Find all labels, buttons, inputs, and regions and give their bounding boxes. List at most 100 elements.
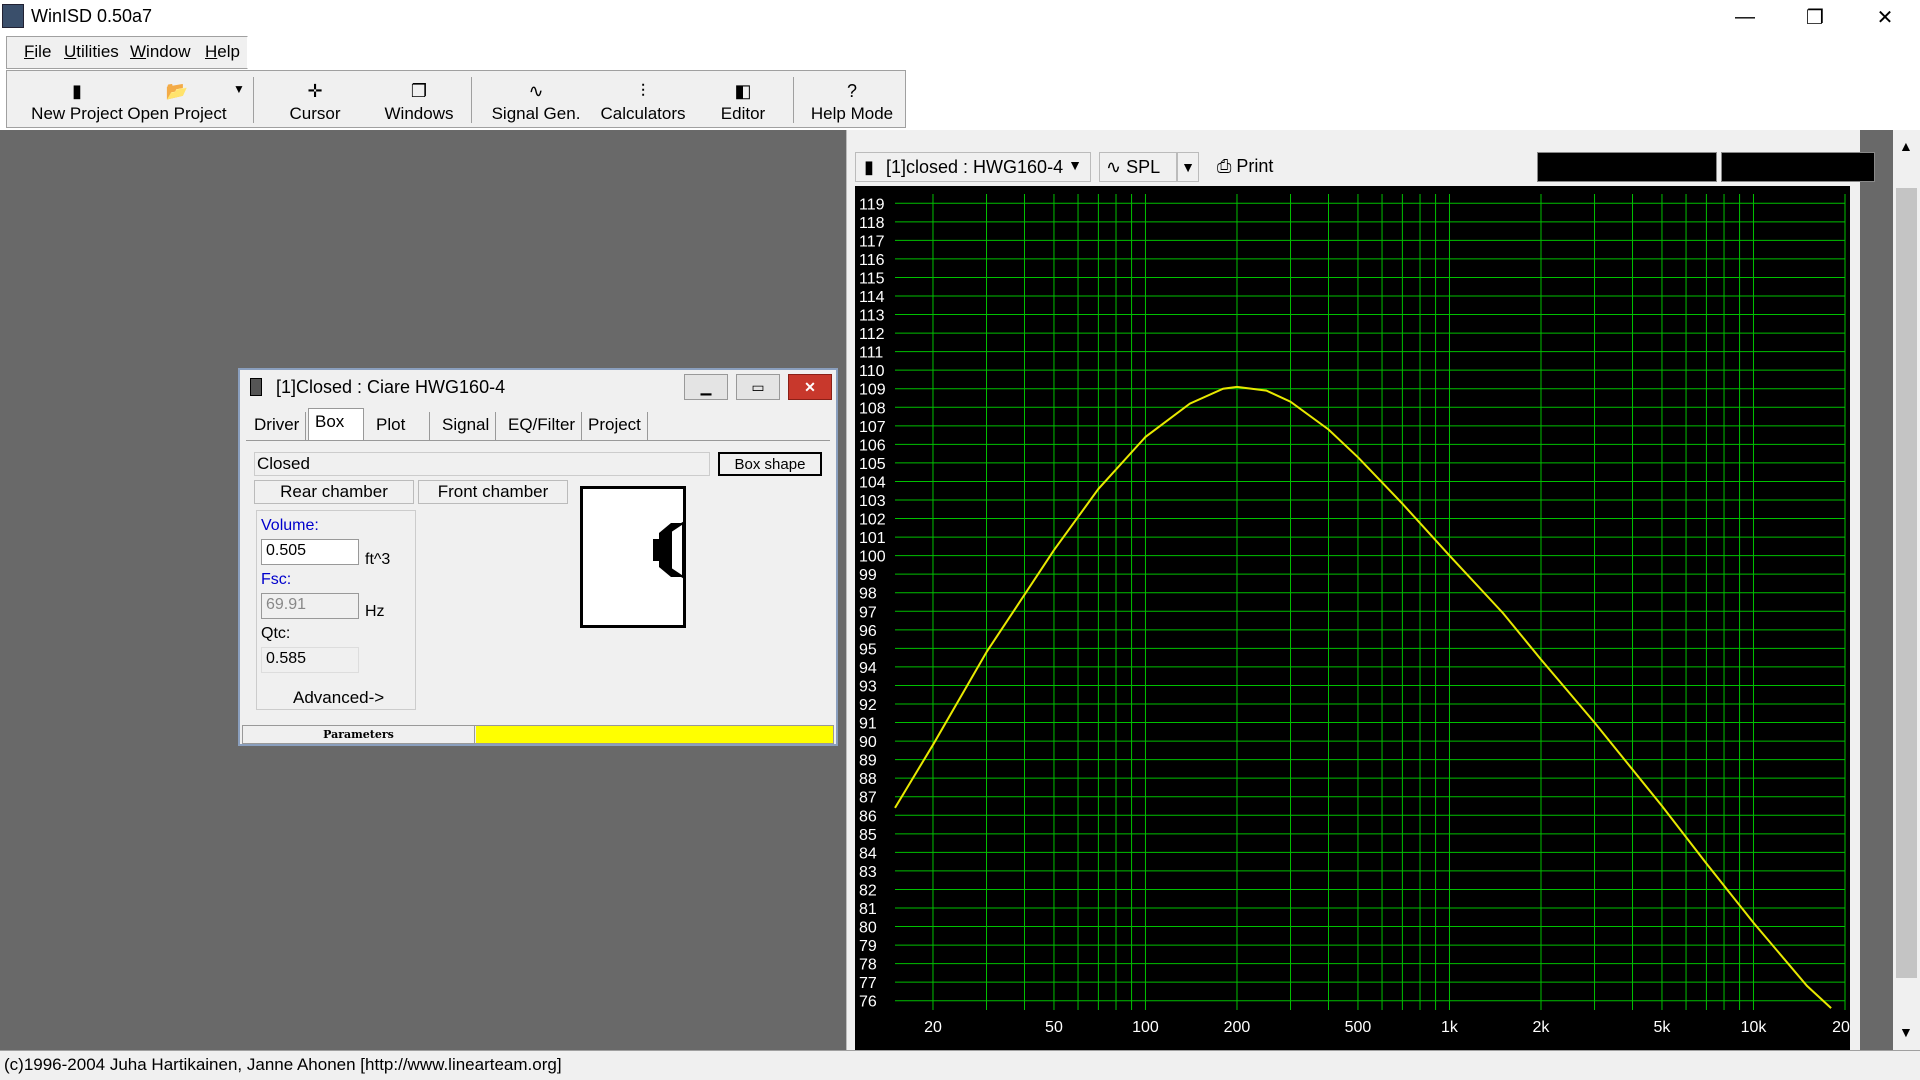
progress-fill <box>476 726 833 743</box>
y-tick-label: 100 <box>859 549 886 566</box>
dialog-close-button[interactable]: ✕ <box>788 374 832 400</box>
tab-plot[interactable]: Plot <box>370 412 430 440</box>
y-tick-label: 115 <box>859 270 885 287</box>
advanced-button[interactable]: Advanced-> <box>293 688 384 708</box>
y-tick-label: 81 <box>859 901 877 918</box>
rear-chamber-tab[interactable]: Rear chamber <box>254 480 414 504</box>
y-tick-label: 92 <box>859 697 877 714</box>
tab-signal[interactable]: Signal <box>436 412 497 440</box>
window-title: WinISD 0.50a7 <box>31 6 153 26</box>
minimize-button[interactable]: — <box>1710 0 1780 34</box>
cursor-icon: ✛ <box>307 81 323 101</box>
y-tick-label: 83 <box>859 864 877 881</box>
cursor-readout-x <box>1537 152 1717 182</box>
y-tick-label: 107 <box>859 419 886 436</box>
volume-input[interactable]: 0.505 <box>261 539 359 565</box>
help-icon: ? <box>846 81 857 101</box>
help-mode-button[interactable]: ? Help Mode <box>803 71 901 127</box>
dropdown-arrow-icon: ▼ <box>233 82 245 96</box>
dialog-minimize-button[interactable]: ▁ <box>684 374 728 400</box>
tab-eq-filter[interactable]: EQ/Filter <box>502 412 583 440</box>
scrollbar-thumb[interactable] <box>1896 188 1917 978</box>
x-tick-label: 10k <box>1741 1019 1768 1036</box>
y-tick-label: 114 <box>859 289 885 306</box>
new-project-icon: ▮ <box>72 81 82 101</box>
y-tick-label: 97 <box>859 604 877 621</box>
speaker-driver-icon <box>653 521 684 579</box>
calculators-button[interactable]: ⫶ Calculators <box>591 71 695 127</box>
box-diagram <box>580 486 686 628</box>
y-tick-label: 87 <box>859 790 877 807</box>
x-tick-label: 200 <box>1224 1019 1251 1036</box>
new-project-button[interactable]: ▮ New Project <box>21 71 133 127</box>
tab-project[interactable]: Project <box>582 412 648 440</box>
chevron-down-icon: ▼ <box>1068 157 1082 173</box>
menu-window[interactable]: Window <box>130 42 190 62</box>
menu-bar: File Utilities Window Help <box>0 36 1920 68</box>
fsc-unit: Hz <box>365 603 385 620</box>
y-tick-label: 99 <box>859 567 877 584</box>
vertical-scrollbar[interactable]: ▲ ▼ <box>1893 130 1920 1050</box>
menu-file[interactable]: File <box>24 42 51 62</box>
main-toolbar: ▮ New Project 📂 Open Project ▼ ✛ Cursor … <box>6 70 906 128</box>
y-tick-label: 86 <box>859 808 877 825</box>
tab-driver[interactable]: Driver <box>248 412 307 440</box>
y-tick-label: 84 <box>859 845 877 862</box>
title-bar: WinISD 0.50a7 — ❐ ✕ <box>0 0 1920 34</box>
menu-utilities[interactable]: Utilities <box>64 42 119 62</box>
box-shape-button[interactable]: Box shape <box>718 452 822 476</box>
volume-label: Volume: <box>261 517 319 534</box>
graph-mode-dropdown[interactable]: ▼ <box>1177 152 1199 182</box>
open-project-dropdown[interactable]: ▼ <box>229 71 249 127</box>
speaker-icon: ▮ <box>864 157 874 177</box>
scroll-up-icon[interactable]: ▲ <box>1899 138 1913 154</box>
graph-mode-select[interactable]: ∿ SPL <box>1099 152 1177 182</box>
signal-gen-icon: ∿ <box>528 81 544 101</box>
tab-box[interactable]: Box <box>308 408 364 440</box>
spl-response-line <box>894 385 1832 1009</box>
y-tick-label: 85 <box>859 827 877 844</box>
dialog-title: [1]Closed : Ciare HWG160-4 <box>276 377 506 397</box>
y-tick-label: 112 <box>859 326 885 343</box>
y-tick-label: 76 <box>859 994 877 1011</box>
restore-button[interactable]: ❐ <box>1780 0 1850 34</box>
cursor-button[interactable]: ✛ Cursor <box>269 71 361 127</box>
toolbar-separator <box>471 77 472 123</box>
speaker-icon <box>250 378 262 396</box>
toolbar-separator <box>253 77 254 123</box>
volume-unit: ft^3 <box>365 551 391 568</box>
parameters-progress: Parameters <box>242 725 834 744</box>
editor-button[interactable]: ◧ Editor <box>699 71 787 127</box>
menu-help[interactable]: Help <box>205 42 240 62</box>
y-tick-label: 88 <box>859 771 877 788</box>
status-bar: (c)1996-2004 Juha Hartikainen, Janne Aho… <box>0 1050 1920 1080</box>
box-type-field[interactable]: Closed <box>254 452 710 476</box>
project-select[interactable]: ▮ [1]closed : HWG160-4 ▼ <box>855 152 1091 182</box>
x-tick-label: 500 <box>1345 1019 1372 1036</box>
y-tick-label: 104 <box>859 474 886 491</box>
front-chamber-tab[interactable]: Front chamber <box>418 480 568 504</box>
open-folder-icon: 📂 <box>165 81 189 101</box>
x-tick-label: 20k <box>1832 1019 1850 1036</box>
tab-divider <box>246 440 830 441</box>
scroll-down-icon[interactable]: ▼ <box>1899 1024 1913 1040</box>
y-tick-label: 101 <box>859 530 886 547</box>
y-tick-label: 94 <box>859 660 877 677</box>
windows-button[interactable]: ❐ Windows <box>371 71 467 127</box>
signal-gen-button[interactable]: ∿ Signal Gen. <box>481 71 591 127</box>
box-dialog: [1]Closed : Ciare HWG160-4 ▁ ▭ ✕ Driver … <box>238 368 838 746</box>
y-tick-label: 110 <box>859 363 885 380</box>
y-tick-label: 79 <box>859 938 877 955</box>
close-button[interactable]: ✕ <box>1850 0 1920 34</box>
parameters-panel: Volume: 0.505 ft^3 Fsc: 69.91 Hz Qtc: 0.… <box>256 510 416 710</box>
spl-plot[interactable]: 119 118 117 116 115 114 113 112 111 110 109 108 107 1… <box>855 186 1850 1050</box>
open-project-button[interactable]: 📂 Open Project <box>123 71 231 127</box>
y-tick-label: 95 <box>859 641 877 658</box>
toolbar-separator <box>793 77 794 123</box>
close-icon: ✕ <box>804 378 816 395</box>
y-tick-label: 111 <box>859 345 883 362</box>
print-button[interactable]: ⎙ Print <box>1217 152 1297 182</box>
x-tick-label: 50 <box>1045 1019 1063 1036</box>
dialog-maximize-button[interactable]: ▭ <box>736 374 780 400</box>
spl-graph-window: ▮ [1]closed : HWG160-4 ▼ ∿ SPL ▼ ⎙ Print… <box>846 130 1875 1050</box>
